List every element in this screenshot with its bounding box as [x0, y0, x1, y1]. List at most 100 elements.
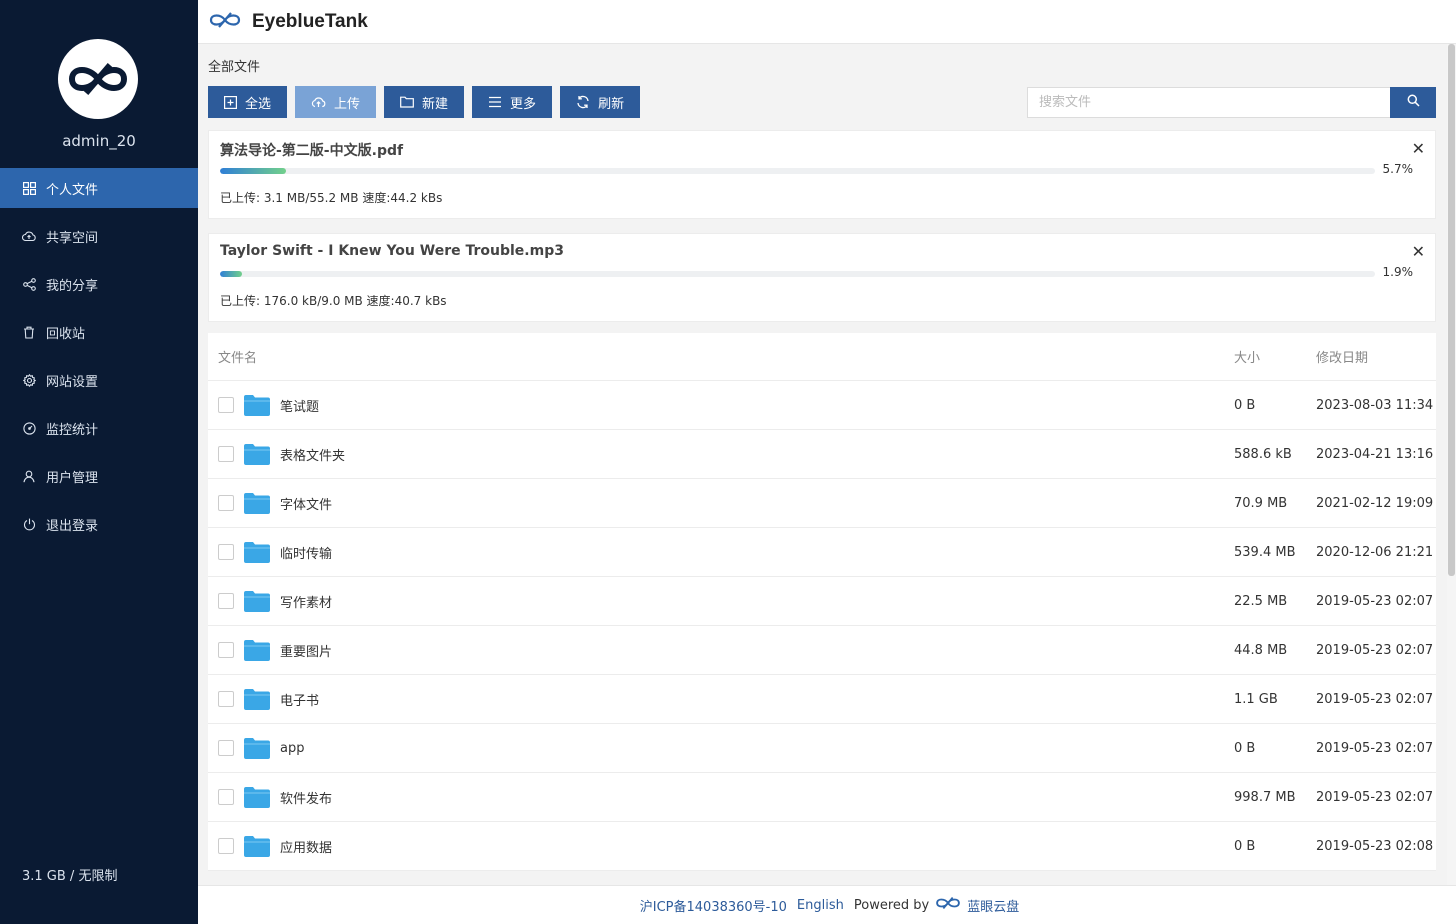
file-date: 2019-05-23 02:08	[1316, 838, 1434, 854]
table-row[interactable]: 字体文件 70.9 MB 2021-02-12 19:09	[208, 479, 1436, 528]
file-name[interactable]: 重要图片	[280, 641, 332, 660]
sidebar-item-personal-files[interactable]: 个人文件	[0, 168, 198, 208]
file-name[interactable]: 软件发布	[280, 788, 332, 807]
search-button[interactable]	[1390, 87, 1436, 118]
new-folder-button[interactable]: 新建	[384, 86, 465, 118]
gear-icon	[22, 373, 36, 387]
sidebar: admin_20 个人文件 共享空间 我的分享 回收站 网站设置 监控统计 用户…	[0, 0, 198, 924]
sidebar-item-logout[interactable]: 退出登录	[0, 504, 198, 544]
row-checkbox[interactable]	[218, 446, 234, 462]
sidebar-item-monitoring[interactable]: 监控统计	[0, 408, 198, 448]
upload-percent: 5.7%	[1382, 162, 1414, 176]
icp-link[interactable]: 沪ICP备14038360号-10	[640, 896, 787, 915]
table-row[interactable]: 临时传输 539.4 MB 2020-12-06 21:21	[208, 528, 1436, 577]
select-all-button[interactable]: 全选	[208, 86, 288, 118]
product-link[interactable]: 蓝眼云盘	[967, 896, 1019, 915]
avatar[interactable]	[58, 39, 138, 119]
row-name-cell: 电子书	[208, 688, 1226, 710]
sidebar-item-label: 个人文件	[46, 182, 99, 198]
folder-icon	[244, 443, 270, 465]
table-row[interactable]: 应用数据 0 B 2019-05-23 02:08	[208, 822, 1436, 871]
upload-button[interactable]: 上传	[295, 86, 377, 118]
folder-icon	[244, 541, 270, 563]
file-size: 70.9 MB	[1234, 495, 1288, 511]
file-name[interactable]: 字体文件	[280, 494, 332, 513]
file-name[interactable]: 写作素材	[280, 592, 332, 611]
cloud-icon	[22, 229, 36, 243]
file-size: 22.5 MB	[1234, 593, 1288, 609]
sidebar-item-shared-space[interactable]: 共享空间	[0, 216, 198, 256]
folder-icon	[244, 590, 270, 612]
file-size: 1.1 GB	[1234, 691, 1278, 707]
product-logo-icon	[929, 896, 967, 914]
powered-by: Powered by 蓝眼云盘	[854, 896, 1019, 915]
file-date: 2019-05-23 02:07	[1316, 642, 1434, 658]
file-name[interactable]: 电子书	[280, 690, 319, 709]
row-checkbox[interactable]	[218, 642, 234, 658]
scrollbar-thumb[interactable]	[1448, 44, 1455, 576]
search-box	[1027, 87, 1436, 118]
row-checkbox[interactable]	[218, 397, 234, 413]
table-row[interactable]: 笔试题 0 B 2023-08-03 11:34	[208, 381, 1436, 430]
toolbar: 全选 上传 新建 更多 刷新	[208, 86, 648, 118]
sidebar-item-label: 退出登录	[46, 518, 99, 534]
table-row[interactable]: 软件发布 998.7 MB 2019-05-23 02:07	[208, 773, 1436, 822]
more-label: 更多	[510, 96, 537, 112]
file-name[interactable]: 临时传输	[280, 543, 332, 562]
sidebar-item-my-shares[interactable]: 我的分享	[0, 264, 198, 304]
row-name-cell: 表格文件夹	[208, 443, 1226, 465]
breadcrumb[interactable]: 全部文件	[208, 56, 260, 75]
table-row[interactable]: 重要图片 44.8 MB 2019-05-23 02:07	[208, 626, 1436, 675]
column-header-size[interactable]: 大小	[1226, 347, 1316, 366]
column-header-name[interactable]: 文件名	[208, 347, 1226, 366]
sidebar-item-user-management[interactable]: 用户管理	[0, 456, 198, 496]
table-row[interactable]: 电子书 1.1 GB 2019-05-23 02:07	[208, 675, 1436, 724]
row-checkbox[interactable]	[218, 593, 234, 609]
more-button[interactable]: 更多	[472, 86, 553, 118]
table-row[interactable]: 表格文件夹 588.6 kB 2023-04-21 13:16	[208, 430, 1436, 479]
power-icon	[22, 517, 36, 531]
file-name[interactable]: app	[280, 741, 304, 756]
file-name[interactable]: 表格文件夹	[280, 445, 345, 464]
refresh-button[interactable]: 刷新	[560, 86, 641, 118]
row-checkbox[interactable]	[218, 544, 234, 560]
file-name[interactable]: 笔试题	[280, 396, 319, 415]
search-input[interactable]	[1027, 87, 1390, 118]
brand-title[interactable]: EyeblueTank	[252, 11, 368, 33]
sidebar-item-site-settings[interactable]: 网站设置	[0, 360, 198, 400]
row-checkbox[interactable]	[218, 789, 234, 805]
search-icon	[1407, 94, 1420, 111]
select-all-label: 全选	[245, 96, 272, 112]
upload-progress-bar	[220, 168, 1375, 174]
upload-file-name: Taylor Swift - I Knew You Were Trouble.m…	[220, 243, 564, 259]
scrollbar[interactable]	[1447, 44, 1456, 885]
close-icon[interactable]: ✕	[1412, 242, 1425, 261]
upload-status: 已上传: 3.1 MB/55.2 MB 速度:44.2 kBs	[220, 191, 443, 205]
file-name[interactable]: 应用数据	[280, 837, 332, 856]
table-row[interactable]: 写作素材 22.5 MB 2019-05-23 02:07	[208, 577, 1436, 626]
table-body: 笔试题 0 B 2023-08-03 11:34 表格文件夹 588.6 kB 2023-…	[208, 381, 1436, 871]
cloud-upload-icon	[311, 96, 326, 108]
table-row[interactable]: app 0 B 2019-05-23 02:07	[208, 724, 1436, 773]
row-checkbox[interactable]	[218, 838, 234, 854]
file-size: 0 B	[1234, 397, 1256, 413]
column-header-date[interactable]: 修改日期	[1316, 347, 1436, 366]
row-checkbox[interactable]	[218, 740, 234, 756]
language-link[interactable]: English	[797, 898, 844, 913]
row-checkbox[interactable]	[218, 691, 234, 707]
upload-file-name: 算法导论-第二版-中文版.pdf	[220, 143, 404, 159]
footer: 沪ICP备14038360号-10 English Powered by 蓝眼云…	[198, 885, 1456, 924]
folder-icon	[244, 394, 270, 416]
header: EyeblueTank	[198, 0, 1456, 44]
row-name-cell: 应用数据	[208, 835, 1226, 857]
close-icon[interactable]: ✕	[1412, 139, 1425, 158]
sidebar-item-label: 监控统计	[46, 422, 99, 438]
brand-logo-icon[interactable]	[208, 11, 242, 33]
upload-progress-bar	[220, 271, 1375, 277]
row-checkbox[interactable]	[218, 495, 234, 511]
upload-percent: 1.9%	[1382, 265, 1414, 279]
row-name-cell: 字体文件	[208, 492, 1226, 514]
logo-icon	[60, 41, 136, 117]
dashboard-icon	[22, 421, 36, 435]
sidebar-item-recycle-bin[interactable]: 回收站	[0, 312, 198, 352]
